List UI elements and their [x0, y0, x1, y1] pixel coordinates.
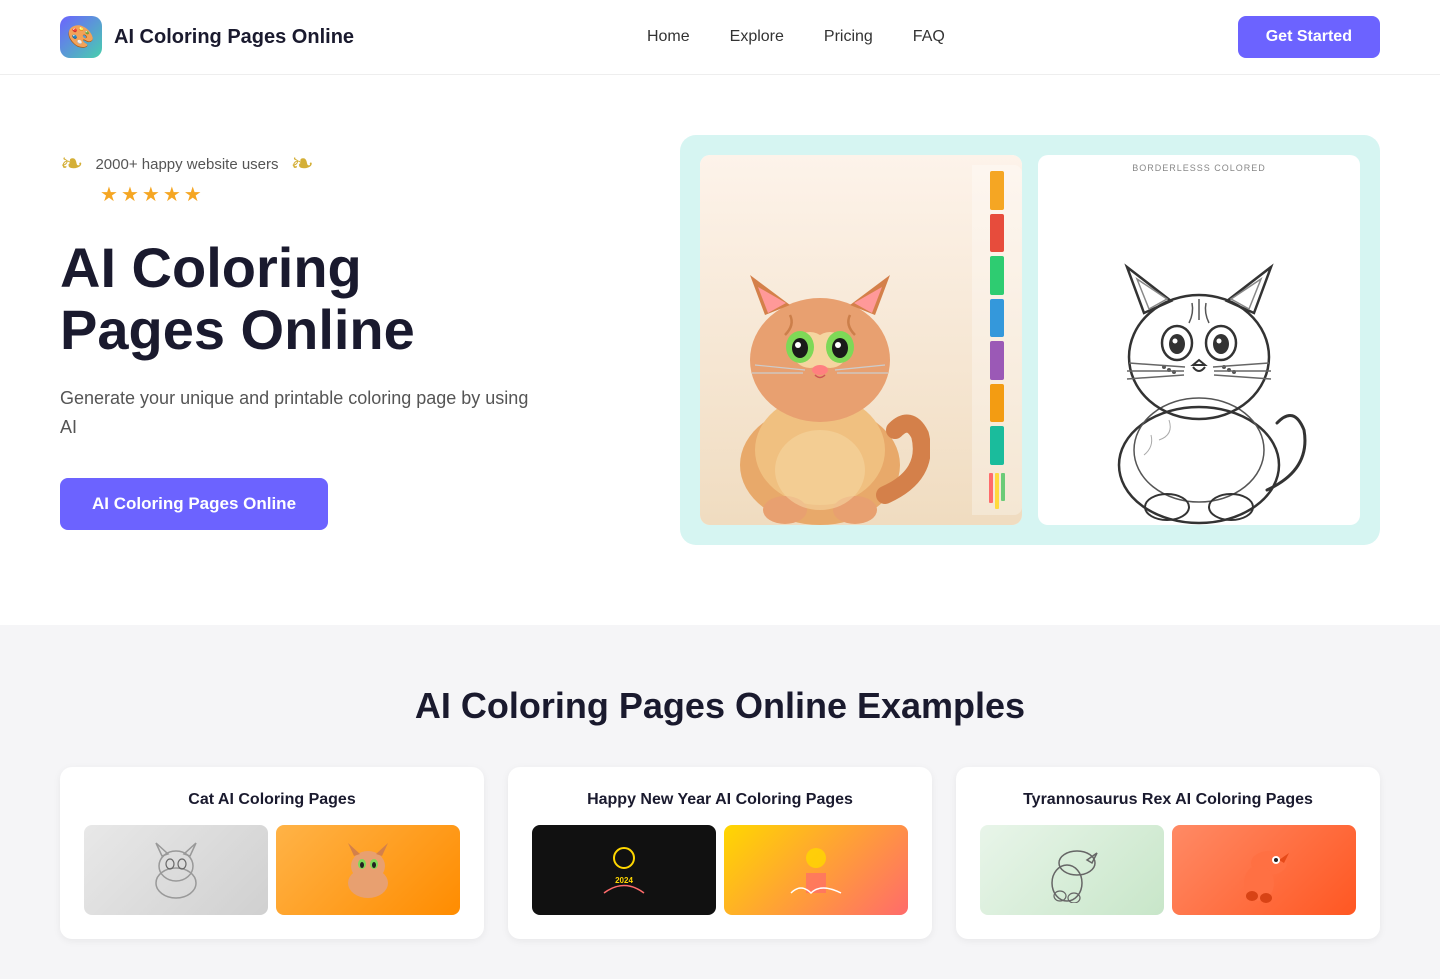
nav-link-faq[interactable]: FAQ	[913, 28, 945, 46]
mini-newyear2-svg	[786, 838, 846, 903]
hero-panel-colored: BORDERLESSS COLORED	[700, 155, 1022, 525]
example-thumb-cat-colored	[276, 825, 460, 915]
hero-subtitle: Generate your unique and printable color…	[60, 384, 540, 442]
example-thumb-trex-colored	[1172, 825, 1356, 915]
example-thumb-newyear-dark: 2024	[532, 825, 716, 915]
mini-newyear-svg: 2024	[594, 838, 654, 903]
example-card-cat: Cat AI Coloring Pages	[60, 767, 484, 939]
svg-text:2024: 2024	[615, 876, 633, 885]
nav-logo-icon: 🎨	[60, 16, 102, 58]
hero-title: AI Coloring Pages Online	[60, 237, 540, 360]
hero-cta-button[interactable]: AI Coloring Pages Online	[60, 478, 328, 530]
mini-cat-colored-svg	[338, 838, 398, 903]
hero-image-label-outline: BORDERLESSS COLORED	[1132, 163, 1266, 173]
example-thumb-newyear-light	[724, 825, 908, 915]
mini-trex-colored-svg	[1234, 838, 1294, 903]
laurel-left-icon: ❧	[60, 150, 83, 178]
example-card-trex-title: Tyrannosaurus Rex AI Coloring Pages	[980, 791, 1356, 809]
star-3-icon: ★	[142, 182, 160, 207]
star-5-icon: ★	[184, 182, 202, 207]
hero-left: ❧ 2000+ happy website users ❧ ★ ★ ★ ★ ★ …	[60, 150, 540, 530]
example-card-trex: Tyrannosaurus Rex AI Coloring Pages	[956, 767, 1380, 939]
colored-cat-svg	[710, 215, 930, 525]
hero-panel-outline: BORDERLESSS COLORED	[1038, 155, 1360, 525]
hero-image-container: BORDERLESSS COLORED	[680, 135, 1380, 545]
social-proof: ❧ 2000+ happy website users ❧ ★ ★ ★ ★ ★	[60, 150, 540, 207]
example-thumb-cat-outline	[84, 825, 268, 915]
get-started-button[interactable]: Get Started	[1238, 16, 1380, 58]
nav-link-pricing[interactable]: Pricing	[824, 28, 873, 46]
example-card-newyear-images: 2024	[532, 825, 908, 915]
mini-cat-outline-svg	[146, 838, 206, 903]
nav-brand[interactable]: 🎨 AI Coloring Pages Online	[60, 16, 354, 58]
nav-link-explore[interactable]: Explore	[730, 28, 784, 46]
navbar: 🎨 AI Coloring Pages Online Home Explore …	[0, 0, 1440, 75]
example-card-trex-images	[980, 825, 1356, 915]
examples-grid: Cat AI Coloring Pages	[60, 767, 1380, 939]
example-card-cat-title: Cat AI Coloring Pages	[84, 791, 460, 809]
social-proof-text: 2000+ happy website users	[95, 156, 278, 173]
example-card-newyear-title: Happy New Year AI Coloring Pages	[532, 791, 908, 809]
example-card-cat-images	[84, 825, 460, 915]
laurel-right-icon: ❧	[291, 150, 314, 178]
outline-cat-svg	[1089, 205, 1309, 525]
star-1-icon: ★	[100, 182, 118, 207]
examples-section: AI Coloring Pages Online Examples Cat AI…	[0, 625, 1440, 979]
nav-links: Home Explore Pricing FAQ	[647, 28, 945, 46]
examples-title: AI Coloring Pages Online Examples	[60, 685, 1380, 727]
star-2-icon: ★	[121, 182, 139, 207]
nav-brand-text: AI Coloring Pages Online	[114, 26, 354, 49]
star-4-icon: ★	[163, 182, 181, 207]
mini-trex-outline-svg	[1042, 838, 1102, 903]
example-thumb-trex-outline	[980, 825, 1164, 915]
nav-link-home[interactable]: Home	[647, 28, 690, 46]
hero-section: ❧ 2000+ happy website users ❧ ★ ★ ★ ★ ★ …	[0, 75, 1440, 625]
example-card-newyear: Happy New Year AI Coloring Pages 2024	[508, 767, 932, 939]
star-rating: ★ ★ ★ ★ ★	[100, 182, 202, 207]
hero-image: BORDERLESSS COLORED	[680, 135, 1380, 545]
